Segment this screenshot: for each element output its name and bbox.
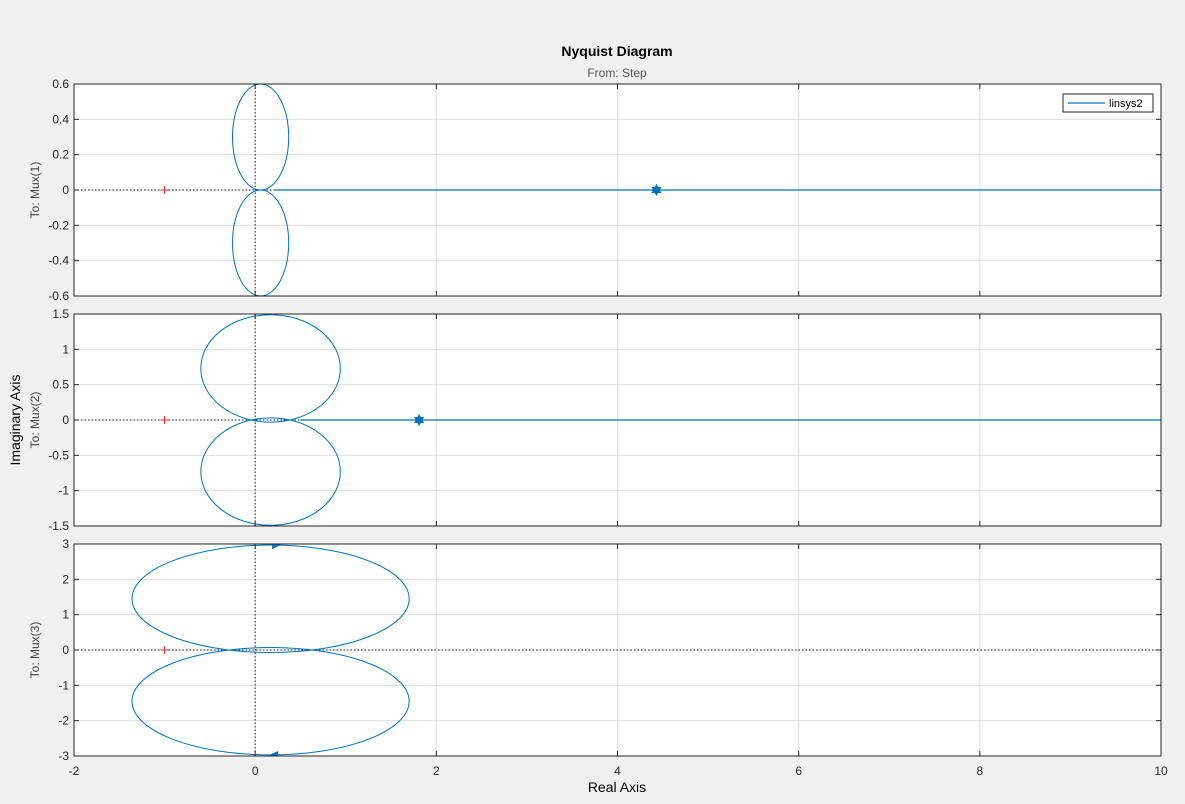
x-tick-label: 8	[976, 764, 983, 778]
y-tick-label: 0.5	[52, 378, 69, 392]
panel-3: 3 2 1 0 -1 -2 -3 To: Mux(3)	[28, 537, 1162, 763]
panel-ylabel: To: Mux(3)	[28, 622, 42, 679]
y-tick-label: 1.5	[52, 307, 69, 321]
panel-2: 1.5 1 0.5 0 -0.5 -1 -1.5 To: Mux(2)	[28, 307, 1162, 533]
chart-title: Nyquist Diagram	[561, 43, 672, 59]
y-tick-label: -0.5	[48, 448, 69, 462]
panel-ylabel: To: Mux(2)	[28, 392, 42, 449]
x-tick-label: 0	[252, 764, 259, 778]
panel-1: 0.6 0.4 0.2 0 -0.2 -0.4 -0.6 To: Mux(1)	[28, 77, 1162, 303]
x-axis-label: Real Axis	[588, 779, 646, 795]
y-tick-label: -1	[58, 678, 69, 692]
y-tick-label: 2	[62, 572, 69, 586]
y-tick-label: 0	[62, 413, 69, 427]
x-tick-labels: -2 0 2 4 6 8 10	[69, 764, 1168, 778]
y-tick-label: 3	[62, 537, 69, 551]
x-tick-label: 4	[614, 764, 621, 778]
y-axis-label: Imaginary Axis	[7, 374, 23, 465]
y-tick-label: 0	[62, 183, 69, 197]
x-tick-label: 6	[795, 764, 802, 778]
x-tick-label: -2	[69, 764, 80, 778]
y-tick-label: -1.5	[48, 519, 69, 533]
legend-entry-linsys2: linsys2	[1109, 98, 1143, 110]
y-tick-label: -1	[58, 484, 69, 498]
y-tick-label: -2	[58, 714, 69, 728]
y-tick-label: 1	[62, 342, 69, 356]
legend[interactable]: linsys2	[1062, 93, 1154, 113]
y-tick-label: 1	[62, 608, 69, 622]
y-tick-label: 0	[62, 643, 69, 657]
y-tick-label: -3	[58, 749, 69, 763]
y-tick-label: -0.2	[48, 218, 69, 232]
y-tick-label: 0.4	[52, 112, 69, 126]
y-tick-label: -0.6	[48, 289, 69, 303]
chart-subtitle: From: Step	[587, 66, 647, 80]
nyquist-figure: Nyquist Diagram From: Step Real Axis Ima…	[7, 43, 1168, 795]
panels: 0.6 0.4 0.2 0 -0.2 -0.4 -0.6 To: Mux(1) 1.5 1 0.5 0…	[28, 77, 1162, 763]
y-tick-label: 0.6	[52, 77, 69, 91]
x-tick-label: 2	[433, 764, 440, 778]
y-tick-label: -0.4	[48, 254, 69, 268]
x-tick-label: 10	[1154, 764, 1168, 778]
y-tick-label: 0.2	[52, 148, 69, 162]
panel-ylabel: To: Mux(1)	[28, 162, 42, 219]
